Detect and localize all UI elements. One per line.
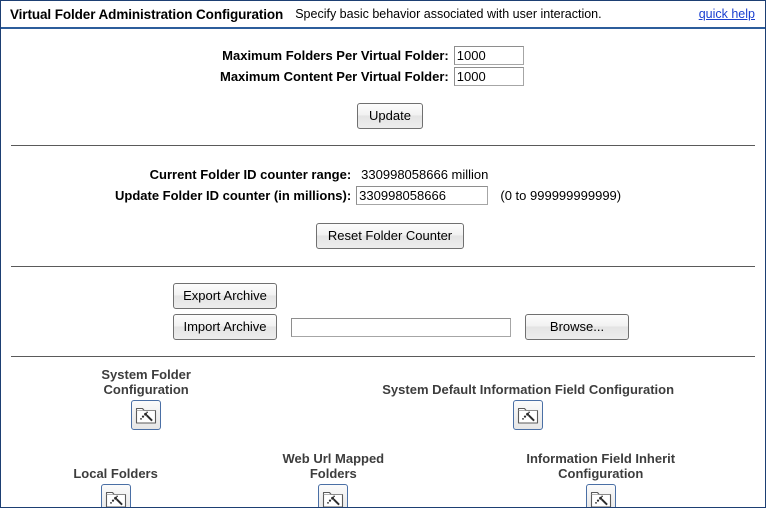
browse-button[interactable]: Browse...	[525, 314, 629, 340]
current-counter-label: Current Folder ID counter range:	[149, 167, 352, 182]
export-archive-row: Export Archive	[173, 283, 765, 309]
folder-configure-icon	[105, 491, 126, 507]
folder-id-counter-section: Current Folder ID counter range: 3309980…	[1, 146, 765, 249]
page-description: Specify basic behavior associated with u…	[295, 7, 602, 21]
update-button[interactable]: Update	[357, 103, 423, 129]
web-url-mapped-folders-button[interactable]	[318, 484, 349, 507]
max-content-row: Maximum Content Per Virtual Folder:	[220, 66, 524, 87]
update-button-row: Update	[1, 103, 765, 129]
import-archive-row: Import Archive Browse...	[173, 314, 765, 340]
update-counter-label: Update Folder ID counter (in millions):	[115, 188, 352, 203]
information-field-inherit-configuration-cell[interactable]: Information Field Inherit Configuration	[436, 451, 765, 507]
system-default-info-field-configuration-cell[interactable]: System Default Information Field Configu…	[291, 367, 765, 433]
max-content-input[interactable]	[453, 67, 524, 86]
page-header: Virtual Folder Administration Configurat…	[1, 1, 765, 29]
archive-section: Export Archive Import Archive Browse...	[173, 267, 765, 340]
update-counter-input-cell	[356, 185, 489, 206]
config-links-row-1: System Folder Configuration System Defau…	[1, 367, 765, 433]
folder-configure-icon	[136, 407, 157, 424]
local-folders-button[interactable]	[100, 484, 131, 507]
system-folder-configuration-label: System Folder Configuration	[101, 367, 191, 397]
update-counter-input[interactable]	[356, 186, 489, 205]
reset-counter-button-row: Reset Folder Counter	[1, 223, 765, 249]
local-folders-label: Local Folders	[73, 466, 158, 481]
information-field-inherit-configuration-label: Information Field Inherit Configuration	[526, 451, 676, 481]
counter-range-hint: (0 to 999999999999)	[500, 188, 622, 203]
current-counter-value: 330998058666 million	[361, 167, 489, 182]
reset-folder-counter-button[interactable]: Reset Folder Counter	[315, 223, 465, 249]
import-archive-button[interactable]: Import Archive	[173, 314, 277, 340]
folder-configure-icon	[323, 491, 344, 507]
max-content-label: Maximum Content Per Virtual Folder:	[220, 69, 449, 84]
max-folders-input[interactable]	[453, 46, 524, 65]
folder-configure-icon	[518, 407, 539, 424]
virtual-folder-admin-window: Virtual Folder Administration Configurat…	[0, 0, 766, 508]
max-content-input-cell	[453, 66, 524, 87]
max-folders-row: Maximum Folders Per Virtual Folder:	[220, 45, 524, 66]
quick-help-link[interactable]: quick help	[699, 7, 757, 21]
current-counter-spacer	[488, 164, 621, 185]
information-field-inherit-configuration-button[interactable]	[585, 484, 616, 507]
links-row-top: System Folder Configuration System Defau…	[1, 367, 765, 433]
limits-section: Maximum Folders Per Virtual Folder: Maxi…	[1, 29, 765, 129]
local-folders-cell[interactable]: Local Folders	[1, 451, 230, 507]
system-folder-configuration-cell[interactable]: System Folder Configuration	[1, 367, 291, 433]
limits-field-table: Maximum Folders Per Virtual Folder: Maxi…	[220, 45, 524, 87]
system-default-info-field-configuration-button[interactable]	[513, 400, 544, 430]
update-counter-row: Update Folder ID counter (in millions): …	[115, 185, 621, 206]
max-folders-input-cell	[453, 45, 524, 66]
export-archive-button[interactable]: Export Archive	[173, 283, 277, 309]
folder-configure-icon	[590, 491, 611, 507]
current-counter-row: Current Folder ID counter range: 3309980…	[115, 164, 621, 185]
import-archive-path-input[interactable]	[291, 317, 511, 337]
page-title: Virtual Folder Administration Configurat…	[10, 6, 284, 22]
web-url-mapped-folders-cell[interactable]: Web Url Mapped Folders	[230, 451, 436, 507]
web-url-mapped-folders-label: Web Url Mapped Folders	[282, 451, 385, 481]
config-links-row-2: Local Folders Web Url Mapped Folders Inf…	[1, 451, 765, 507]
system-default-info-field-configuration-label: System Default Information Field Configu…	[382, 382, 675, 397]
system-folder-configuration-button[interactable]	[131, 400, 162, 430]
links-row-bottom: Local Folders Web Url Mapped Folders Inf…	[1, 451, 765, 507]
max-folders-label: Maximum Folders Per Virtual Folder:	[222, 48, 449, 63]
config-links-section: System Folder Configuration System Defau…	[1, 357, 765, 507]
counter-field-table: Current Folder ID counter range: 3309980…	[115, 164, 621, 206]
